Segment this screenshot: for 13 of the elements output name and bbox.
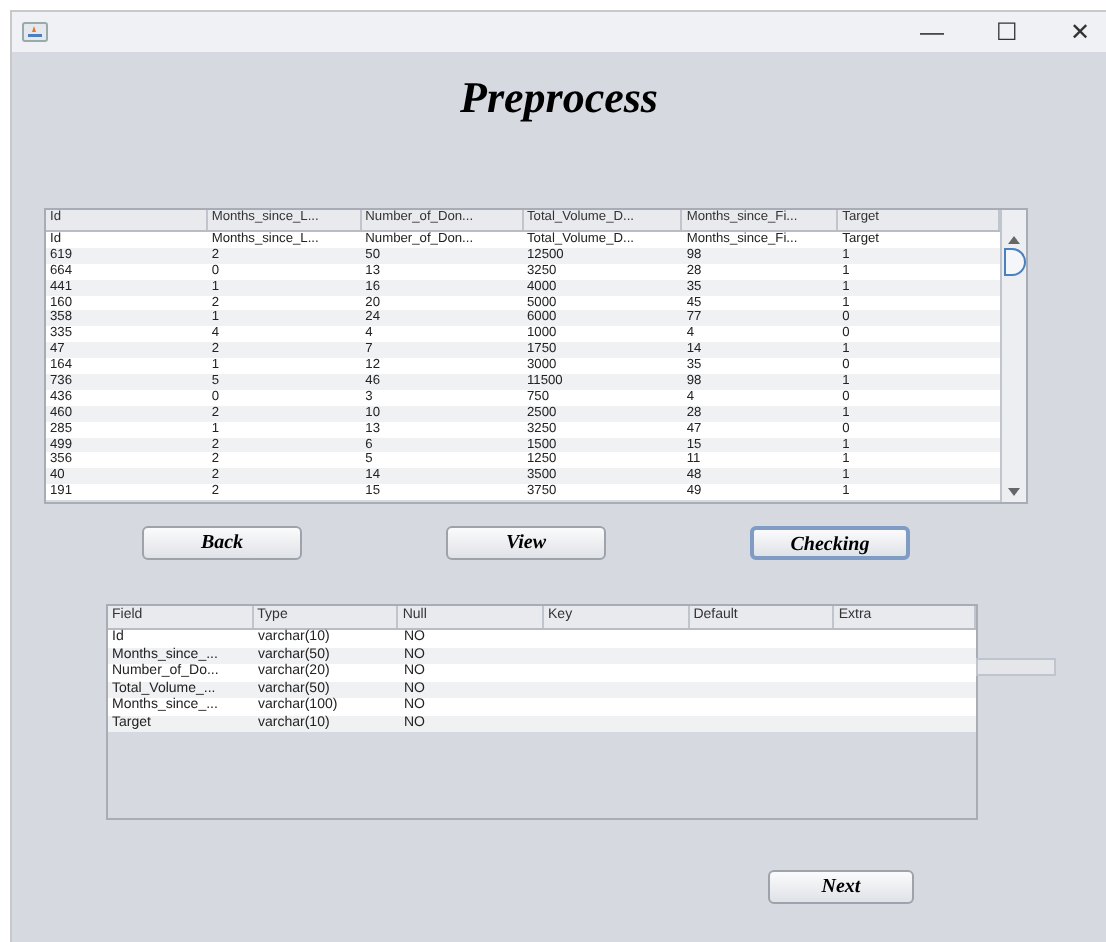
- up-arrow-icon[interactable]: [1008, 236, 1020, 244]
- scroll-bar[interactable]: [1000, 210, 1026, 502]
- scroll-thumb[interactable]: [1004, 248, 1026, 276]
- close-button[interactable]: ✕: [1070, 14, 1090, 50]
- page-title: Preprocess: [460, 72, 658, 124]
- next-button[interactable]: Next: [768, 870, 914, 904]
- app-icon: [22, 22, 48, 42]
- down-arrow-icon[interactable]: [1008, 488, 1020, 496]
- action-button[interactable]: Checking: [750, 526, 910, 560]
- minimize-button[interactable]: —: [920, 14, 944, 50]
- maximize-button[interactable]: ☐: [996, 14, 1018, 50]
- action-button[interactable]: Back: [142, 526, 302, 560]
- action-button[interactable]: View: [446, 526, 606, 560]
